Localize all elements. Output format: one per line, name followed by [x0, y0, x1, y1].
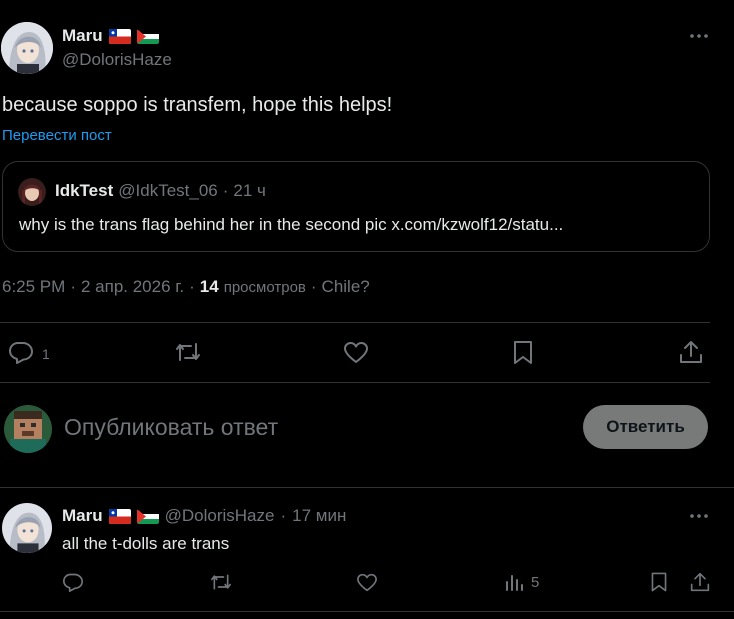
more-icon[interactable] — [688, 28, 710, 44]
reply-submit-button[interactable]: Ответить — [583, 405, 708, 449]
divider — [0, 487, 734, 488]
user-avatar — [4, 405, 52, 453]
quote-time: 21 ч — [233, 181, 266, 200]
more-icon[interactable] — [688, 508, 710, 524]
reply-icon — [9, 342, 33, 364]
reply-author-name[interactable]: Maru — [62, 506, 103, 526]
like-button[interactable] — [343, 341, 369, 364]
heart-icon — [357, 573, 377, 592]
views-label: просмотров — [223, 279, 306, 296]
meta-separator: · — [189, 277, 195, 296]
palestine-flag-icon — [136, 28, 159, 44]
post-date[interactable]: 2 апр. 2026 г. — [81, 277, 184, 297]
bookmark-icon — [651, 572, 667, 592]
heart-icon — [344, 342, 368, 363]
translate-post-link[interactable]: Перевести пост — [2, 127, 112, 144]
reply-share-button[interactable] — [690, 571, 710, 593]
quote-separator: · — [222, 181, 229, 200]
reply-separator: · — [280, 506, 287, 525]
reply-author-handle[interactable]: @DolorisHaze — [165, 506, 275, 526]
quote-text: why is the trans flag behind her in the … — [19, 215, 564, 234]
bookmark-button[interactable] — [512, 340, 534, 365]
quote-author-handle: @IdkTest_06 — [118, 181, 218, 200]
meta-separator: · — [70, 277, 76, 296]
post-text: because soppo is transfem, hope this hel… — [2, 94, 393, 116]
quote-author-name: IdkTest — [55, 181, 114, 200]
author-avatar[interactable] — [1, 22, 53, 74]
repost-icon — [211, 574, 232, 590]
author-name[interactable]: Maru — [62, 26, 103, 46]
reply-time[interactable]: 17 мин — [292, 506, 346, 526]
views-icon — [506, 575, 523, 591]
reply-author-avatar[interactable] — [2, 503, 52, 553]
share-icon — [680, 341, 702, 363]
quoted-post[interactable]: IdkTest @IdkTest_06 · 21 ч why is the tr… — [2, 161, 710, 252]
repost-button[interactable] — [174, 340, 202, 364]
divider — [0, 322, 710, 323]
meta-separator: · — [310, 277, 317, 296]
reply-icon — [62, 573, 83, 592]
bookmark-icon — [514, 341, 532, 364]
divider — [0, 382, 710, 383]
reply-reply-button[interactable] — [62, 572, 84, 592]
views-count: 14 — [199, 277, 219, 296]
reply-input[interactable]: Опубликовать ответ — [64, 414, 278, 441]
reply-views-count: 5 — [531, 573, 540, 591]
reply-like-button[interactable] — [356, 573, 378, 592]
post-time[interactable]: 6:25 PM — [2, 277, 65, 297]
reply-bookmark-button[interactable] — [650, 571, 668, 593]
palestine-flag-icon — [136, 508, 159, 524]
share-button[interactable] — [679, 339, 703, 365]
reply-text: all the t-dolls are trans — [62, 534, 230, 553]
repost-icon — [176, 343, 200, 361]
reply-views-button[interactable]: 5 — [505, 573, 539, 591]
divider — [0, 611, 734, 612]
share-icon — [690, 572, 710, 592]
quote-author-avatar — [18, 178, 46, 206]
chile-flag-icon — [108, 508, 131, 524]
author-handle[interactable]: @DolorisHaze — [62, 50, 172, 70]
reply-button[interactable]: 1 — [8, 340, 50, 364]
post-location: Chile? — [321, 277, 370, 296]
reply-repost-button[interactable] — [209, 572, 233, 592]
reply-count: 1 — [42, 346, 50, 362]
chile-flag-icon — [108, 28, 131, 44]
